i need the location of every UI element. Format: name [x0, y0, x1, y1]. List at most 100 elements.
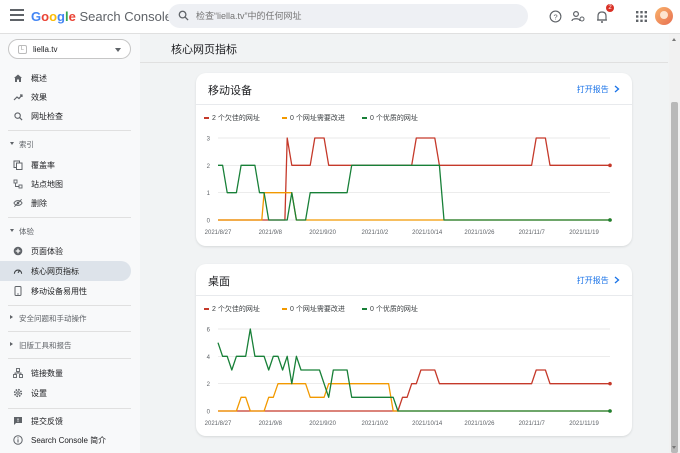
property-name: liella.tv [33, 45, 58, 54]
section-security[interactable]: 安全问题和手动操作 [0, 310, 131, 326]
y-tick-label: 2 [207, 382, 211, 388]
series-end-point-0 [608, 381, 612, 386]
sidebar-item-label: 核心网页指标 [31, 267, 79, 276]
y-tick-label: 3 [207, 137, 211, 143]
sidebar-item-label: 网址检查 [31, 112, 63, 121]
series-end-point-2 [608, 409, 612, 413]
sidebar: L liella.tv 概述 效果 网址检查 索引 覆盖率 站点地图 删除 体验… [0, 34, 140, 453]
chevron-right-icon [614, 276, 620, 284]
legend-label: 0 个优质的网址 [370, 306, 418, 313]
x-tick-label: 2021/11/7 [519, 421, 546, 427]
section-label: 安全问题和手动操作 [19, 314, 87, 323]
legend-label: 0 个优质的网址 [370, 115, 418, 122]
scroll-thumb[interactable] [671, 102, 678, 453]
legend-item-good[interactable]: 0 个优质的网址 [362, 304, 418, 314]
account-avatar[interactable] [655, 7, 673, 25]
sidebar-item-feedback[interactable]: 提交反馈 [0, 411, 131, 431]
sidebar-item-mobile-usability[interactable]: 移动设备易用性 [0, 281, 131, 301]
series-line-2 [217, 328, 610, 412]
legend-item-good[interactable]: 0 个优质的网址 [362, 113, 418, 123]
card-title: 桌面 [208, 276, 230, 288]
y-tick-label: 6 [207, 328, 211, 334]
sidebar-item-overview[interactable]: 概述 [0, 68, 131, 88]
page-title: 核心网页指标 [171, 44, 237, 56]
x-tick-label: 2021/8/27 [205, 421, 232, 427]
legend-item-poor[interactable]: 2 个欠佳的网址 [204, 113, 260, 123]
x-tick-label: 2021/10/2 [362, 421, 389, 427]
page-scrollbar[interactable] [669, 34, 680, 453]
desktop-card: 桌面 打开报告 2 个欠佳的网址 0 个网址需要改进 0 个优质的网址 0 2 4 6… [196, 264, 632, 436]
sidebar-item-label: 覆盖率 [31, 161, 55, 170]
sidebar-item-label: 删除 [31, 199, 47, 208]
smartphone-icon [13, 286, 23, 296]
legend-item-needs-improvement[interactable]: 0 个网址需要改进 [282, 113, 345, 123]
sidebar-item-sitemaps[interactable]: 站点地图 [0, 174, 131, 194]
apps-grid-icon[interactable] [633, 8, 649, 24]
help-icon[interactable]: ? [547, 8, 563, 24]
scroll-up-icon[interactable] [672, 38, 676, 41]
sidebar-divider [8, 217, 131, 218]
sidebar-divider [8, 358, 131, 359]
series-end-point-2 [608, 218, 612, 222]
file-copy-icon [13, 160, 23, 170]
user-settings-icon[interactable] [570, 8, 586, 24]
notifications-icon[interactable]: 2 [594, 4, 614, 24]
sidebar-item-label: 概述 [31, 74, 47, 83]
open-report-link[interactable]: 打开报告 [577, 275, 620, 286]
sidebar-item-coverage[interactable]: 覆盖率 [0, 155, 131, 175]
home-icon [13, 73, 23, 83]
section-label: 体验 [19, 227, 34, 236]
svg-text:?: ? [553, 12, 557, 21]
legend-item-poor[interactable]: 2 个欠佳的网址 [204, 304, 260, 314]
url-inspection-search[interactable] [168, 4, 528, 28]
series-line-1 [218, 192, 610, 221]
sidebar-item-settings[interactable]: 设置 [0, 383, 131, 403]
mobile-line-chart[interactable]: 0 1 2 3 2021/8/27 2021/9/8 2021/9/20 2021/10/2 2… [196, 125, 632, 240]
legend-item-needs-improvement[interactable]: 0 个网址需要改进 [282, 304, 345, 314]
sidebar-item-label: 效果 [31, 93, 47, 102]
collapse-arrow-icon [10, 229, 14, 232]
sitemap-icon [13, 179, 23, 189]
open-report-label: 打开报告 [576, 85, 609, 94]
top-bar: Google Search Console ? 2 [0, 0, 680, 34]
notification-badge: 2 [606, 4, 614, 12]
y-tick-label: 0 [207, 410, 211, 416]
section-index[interactable]: 索引 [0, 136, 131, 152]
legend-label: 0 个网址需要改进 [290, 115, 345, 122]
sidebar-item-performance[interactable]: 效果 [0, 87, 131, 107]
search-icon [178, 10, 189, 21]
scroll-down-icon[interactable] [672, 446, 676, 449]
card-title: 移动设备 [208, 85, 252, 97]
card-divider [196, 295, 632, 296]
legend-swatch [204, 117, 209, 120]
sidebar-item-page-experience[interactable]: 页面体验 [0, 241, 131, 261]
sidebar-item-links[interactable]: 链接数量 [0, 363, 131, 383]
sidebar-item-core-web-vitals[interactable]: 核心网页指标 [0, 261, 131, 281]
property-selector[interactable]: L liella.tv [8, 39, 131, 59]
main-menu-icon[interactable] [10, 9, 24, 23]
sidebar-item-about[interactable]: Search Console 简介 [0, 430, 131, 450]
x-tick-label: 2021/10/14 [412, 230, 443, 236]
section-legacy[interactable]: 旧版工具和报告 [0, 337, 131, 353]
y-tick-label: 0 [207, 219, 211, 225]
legend-label: 2 个欠佳的网址 [212, 306, 260, 313]
desktop-line-chart[interactable]: 0 2 4 6 2021/8/27 2021/9/8 2021/9/20 2021/10/2 2… [196, 316, 632, 431]
sidebar-item-url-inspection[interactable]: 网址检查 [0, 106, 131, 126]
expand-arrow-icon [10, 315, 13, 319]
sidebar-item-removals[interactable]: 删除 [0, 193, 131, 213]
x-tick-label: 2021/9/8 [259, 421, 283, 427]
section-label: 旧版工具和报告 [19, 341, 72, 350]
sidebar-divider [8, 130, 131, 131]
x-tick-label: 2021/10/14 [412, 421, 443, 427]
search-console-logo[interactable]: Google Search Console [31, 9, 172, 24]
x-tick-label: 2021/11/19 [569, 421, 599, 427]
sidebar-item-label: 页面体验 [31, 247, 63, 256]
search-input[interactable] [196, 8, 516, 24]
expand-arrow-icon [10, 342, 13, 346]
legend-label: 2 个欠佳的网址 [212, 115, 260, 122]
open-report-link[interactable]: 打开报告 [577, 84, 620, 95]
section-experience[interactable]: 体验 [0, 223, 131, 239]
info-icon [13, 435, 23, 445]
x-tick-label: 2021/9/20 [309, 230, 336, 236]
x-tick-label: 2021/9/8 [259, 230, 283, 236]
